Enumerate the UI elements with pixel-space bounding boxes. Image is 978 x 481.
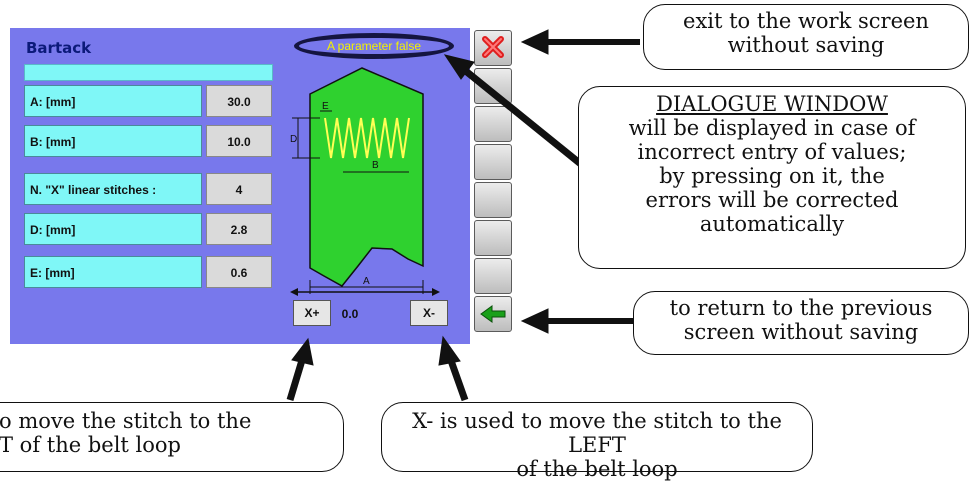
- callout-x-plus: o move the stitch to the T of the belt l…: [0, 402, 344, 472]
- callout-exit: exit to the work screen without saving: [643, 4, 969, 70]
- callout-dialogue: DIALOGUE WINDOW will be displayed in cas…: [578, 86, 966, 269]
- callout-x-minus: X- is used to move the stitch to the LEF…: [381, 402, 813, 481]
- callout-return: to return to the previous screen without…: [633, 291, 969, 355]
